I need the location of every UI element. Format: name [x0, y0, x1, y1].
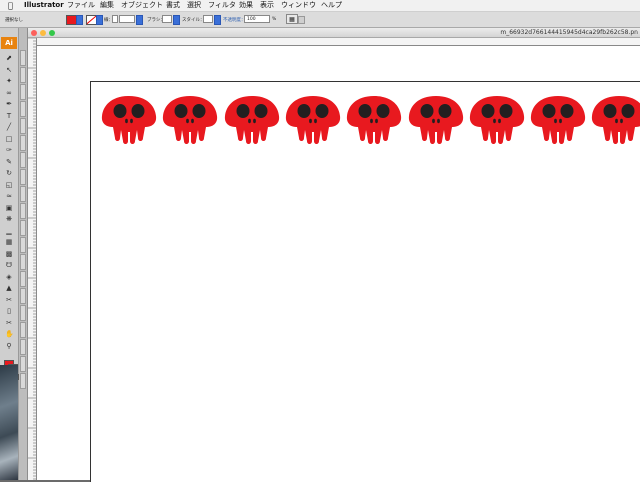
brush-definition[interactable]: [162, 15, 172, 23]
zoom-button[interactable]: [49, 29, 55, 36]
pen-tool-icon[interactable]: ✒: [5, 101, 13, 108]
live-paint-icon[interactable]: ▲: [5, 285, 13, 292]
scissors-icon[interactable]: ✂: [5, 319, 13, 327]
palette-tab[interactable]: [20, 84, 26, 100]
document-setup-button[interactable]: ▦: [286, 14, 298, 24]
menu-app-name[interactable]: Illustrator: [24, 0, 64, 11]
mesh-tool-icon[interactable]: ▦: [5, 239, 13, 246]
column-graph-icon[interactable]: ▁: [5, 227, 13, 235]
hand-tool-icon[interactable]: ✋: [5, 331, 14, 338]
rotate-tool-icon[interactable]: ↻: [5, 170, 13, 177]
gradient-tool-icon[interactable]: ▩: [5, 250, 13, 258]
stroke-weight-stepper[interactable]: [112, 15, 118, 23]
opacity-percent: %: [272, 17, 277, 22]
stroke-dropdown[interactable]: [96, 15, 103, 25]
vertical-ruler[interactable]: [28, 38, 37, 480]
menu-file[interactable]: ファイル: [67, 0, 95, 11]
palette-tab[interactable]: [20, 254, 26, 270]
menu-filter[interactable]: フィルタ: [208, 0, 236, 11]
palette-tab[interactable]: [20, 373, 26, 389]
menu-type[interactable]: 書式: [166, 0, 180, 11]
palette-tab[interactable]: [20, 135, 26, 151]
direct-selection-tool-icon[interactable]: ↖: [5, 66, 13, 74]
artboard[interactable]: [90, 81, 640, 482]
palette-tab[interactable]: [20, 305, 26, 321]
control-bar: 選択なし 線： ブラシ： スタイル： 不透明度： 100 % ▦: [0, 12, 640, 28]
line-tool-icon[interactable]: ╱: [5, 124, 13, 131]
skull-artwork[interactable]: [222, 94, 282, 144]
stroke-weight-input[interactable]: [119, 15, 135, 23]
palette-tab[interactable]: [20, 322, 26, 338]
palette-tab[interactable]: [20, 67, 26, 83]
document-window: m_66932d766144415945d4ca29fb262c58.pn 01…: [28, 28, 640, 482]
options-dropdown[interactable]: [298, 16, 305, 24]
skull-artwork[interactable]: [160, 94, 220, 144]
skull-artwork[interactable]: [528, 94, 588, 144]
menu-help[interactable]: ヘルプ: [321, 0, 342, 11]
palette-tab[interactable]: [20, 203, 26, 219]
canvas-area[interactable]: [37, 46, 640, 482]
magic-wand-icon[interactable]: ✦: [5, 78, 13, 85]
brush-dropdown[interactable]: [173, 15, 180, 25]
menu-bar:  Illustrator ファイル 編集 オブジェクト 書式 選択 フィルタ …: [0, 0, 640, 12]
opacity-input[interactable]: 100: [244, 15, 270, 23]
palette-tab[interactable]: [20, 271, 26, 287]
menu-edit[interactable]: 編集: [100, 0, 114, 11]
skull-artwork[interactable]: [406, 94, 466, 144]
lasso-icon[interactable]: ∞: [5, 89, 13, 97]
menu-object[interactable]: オブジェクト: [121, 0, 163, 11]
skull-artwork[interactable]: [344, 94, 404, 144]
selection-status: 選択なし: [5, 18, 23, 23]
palette-tab[interactable]: [20, 220, 26, 236]
apple-icon[interactable]: : [8, 0, 13, 11]
document-titlebar[interactable]: m_66932d766144415945d4ca29fb262c58.pn: [28, 28, 640, 38]
zoom-tool-icon[interactable]: ⚲: [5, 342, 13, 350]
symbol-sprayer-icon[interactable]: ❋: [5, 216, 13, 223]
palette-tab[interactable]: [20, 50, 26, 66]
skull-artwork[interactable]: [99, 94, 159, 144]
eyedropper-icon[interactable]: ☋: [5, 262, 13, 269]
eraser-icon[interactable]: ▯: [5, 308, 13, 315]
paintbrush-icon[interactable]: ✑: [5, 147, 13, 154]
skull-artwork[interactable]: [589, 94, 640, 144]
menu-view[interactable]: 表示: [260, 0, 274, 11]
pencil-icon[interactable]: ✎: [5, 158, 13, 166]
vertical-ruler-ticks: [28, 38, 36, 480]
menu-select[interactable]: 選択: [187, 0, 201, 11]
skull-artwork[interactable]: [467, 94, 527, 144]
rectangle-tool-icon[interactable]: □: [5, 135, 13, 143]
palette-tab[interactable]: [20, 186, 26, 202]
warp-tool-icon[interactable]: ≈: [5, 193, 13, 200]
menu-effect[interactable]: 効果: [239, 0, 253, 11]
palette-tab[interactable]: [20, 118, 26, 134]
palette-tab[interactable]: [20, 101, 26, 117]
stroke-weight-dropdown[interactable]: [136, 15, 143, 25]
horizontal-ruler[interactable]: 0102030405060708090100110120130140150160…: [36, 38, 640, 46]
type-tool-icon[interactable]: T: [5, 112, 13, 120]
free-transform-icon[interactable]: ▣: [5, 204, 13, 212]
palette-dock: [19, 28, 28, 480]
palette-tab[interactable]: [20, 169, 26, 185]
palette-tab[interactable]: [20, 288, 26, 304]
illustrator-logo: Ai: [1, 37, 17, 49]
desktop-background: [0, 365, 18, 480]
document-title: m_66932d766144415945d4ca29fb262c58.pn: [500, 29, 638, 36]
palette-tab[interactable]: [20, 237, 26, 253]
graphic-style-swatch[interactable]: [203, 15, 213, 23]
style-dropdown[interactable]: [214, 15, 221, 25]
skull-artwork[interactable]: [283, 94, 343, 144]
minimize-button[interactable]: [40, 29, 46, 36]
palette-tab[interactable]: [20, 339, 26, 355]
selection-tool-icon[interactable]: ⬈: [5, 55, 13, 62]
style-label: スタイル：: [182, 18, 205, 23]
close-button[interactable]: [31, 29, 37, 36]
slice-tool-icon[interactable]: ✂: [5, 296, 13, 304]
menu-window[interactable]: ウィンドウ: [281, 0, 316, 11]
scale-tool-icon[interactable]: ◱: [5, 181, 13, 189]
palette-tab[interactable]: [20, 356, 26, 372]
fill-dropdown[interactable]: [76, 15, 83, 25]
opacity-label[interactable]: 不透明度：: [223, 17, 246, 23]
blend-tool-icon[interactable]: ◈: [5, 273, 13, 281]
palette-tab[interactable]: [20, 152, 26, 168]
